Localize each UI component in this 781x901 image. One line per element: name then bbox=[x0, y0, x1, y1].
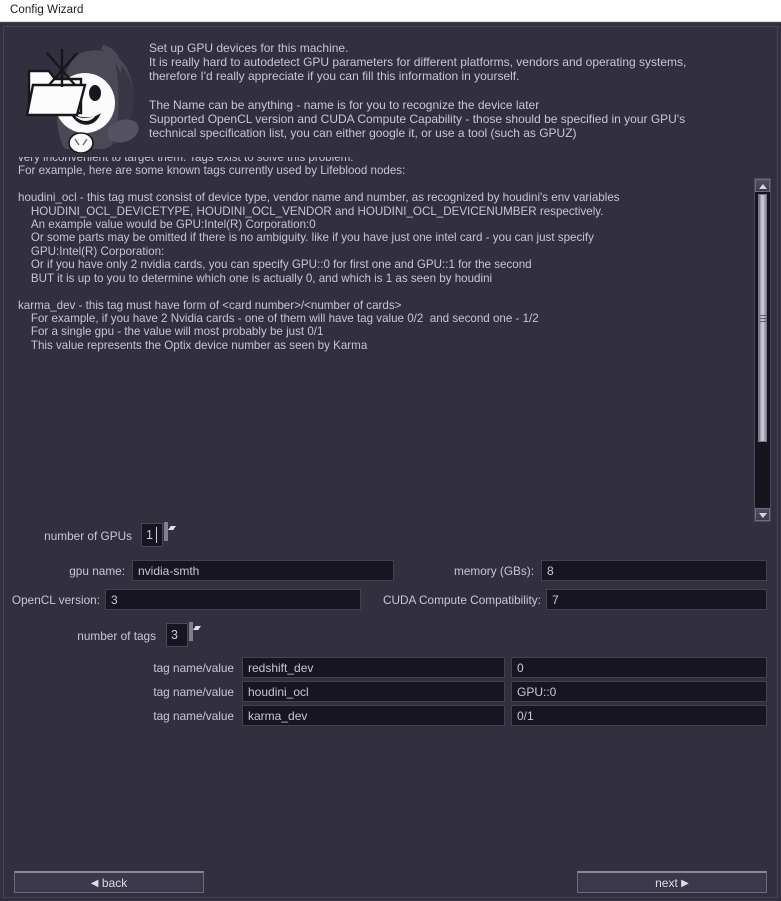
tag-value-input-0[interactable] bbox=[511, 657, 767, 678]
description-scrollbar[interactable] bbox=[754, 178, 771, 522]
config-wizard-window: Config Wizard Set up GPU devices for thi… bbox=[0, 0, 781, 901]
scroll-down-arrow-icon bbox=[759, 513, 767, 518]
tag-name-input-2[interactable] bbox=[242, 705, 505, 726]
tag-count-decrement-button[interactable] bbox=[191, 622, 201, 641]
tag-count-input[interactable]: 3 bbox=[166, 623, 188, 647]
tag-label-1: tag name/value bbox=[153, 685, 234, 699]
scrollbar-thumb[interactable] bbox=[758, 194, 768, 442]
description-text: You will be able to use these resources … bbox=[18, 157, 620, 352]
scroll-up-arrow-icon bbox=[759, 184, 767, 189]
tag-label-0: tag name/value bbox=[153, 661, 234, 675]
gpu-count-input[interactable]: 1 bbox=[141, 523, 163, 547]
wizard-header: Set up GPU devices for this machine. It … bbox=[4, 27, 777, 155]
cuda-compatibility-label: CUDA Compute Compatibility: bbox=[382, 593, 541, 607]
tag-value-input-2[interactable] bbox=[511, 705, 767, 726]
gpu-count-stepper-buttons[interactable] bbox=[164, 522, 179, 547]
scroll-up-button[interactable] bbox=[755, 179, 770, 192]
tag-count-label: number of tags bbox=[77, 629, 156, 643]
chevron-down-icon bbox=[170, 526, 176, 530]
next-button-label: next bbox=[655, 876, 678, 890]
description-scroll-area[interactable]: You will be able to use these resources … bbox=[14, 157, 767, 515]
scrollbar-track[interactable] bbox=[755, 192, 770, 510]
gpu-name-input[interactable] bbox=[132, 560, 394, 581]
memory-label: memory (GBs): bbox=[454, 564, 534, 578]
mascot-illustration-icon bbox=[19, 35, 147, 153]
tag-label-2: tag name/value bbox=[153, 709, 234, 723]
tag-name-input-0[interactable] bbox=[242, 657, 505, 678]
scroll-down-button[interactable] bbox=[755, 508, 770, 521]
cuda-compatibility-input[interactable] bbox=[546, 589, 767, 610]
memory-input[interactable] bbox=[541, 560, 767, 581]
window-title: Config Wizard bbox=[10, 4, 84, 16]
window-titlebar: Config Wizard bbox=[0, 0, 781, 22]
intro-text: Set up GPU devices for this machine. It … bbox=[149, 41, 687, 141]
wizard-page-frame: Set up GPU devices for this machine. It … bbox=[3, 26, 778, 898]
tag-value-input-1[interactable] bbox=[511, 681, 767, 702]
tag-count-stepper-buttons[interactable] bbox=[189, 622, 204, 647]
gpu-count-label: number of GPUs bbox=[44, 529, 132, 543]
wizard-button-bar: ◀ back next ▶ bbox=[4, 867, 777, 897]
scrollbar-grip-icon bbox=[759, 313, 768, 327]
gpu-name-label: gpu name: bbox=[69, 564, 125, 578]
gpu-count-decrement-button[interactable] bbox=[166, 522, 176, 541]
window-body: Set up GPU devices for this machine. It … bbox=[0, 22, 781, 901]
chevron-down-icon bbox=[195, 626, 201, 630]
next-button[interactable]: next ▶ bbox=[577, 871, 767, 893]
left-arrow-icon: ◀ bbox=[90, 878, 99, 889]
back-button[interactable]: ◀ back bbox=[14, 871, 204, 893]
opencl-version-input[interactable] bbox=[105, 589, 361, 610]
right-arrow-icon: ▶ bbox=[681, 878, 689, 889]
opencl-version-label: OpenCL version: bbox=[11, 593, 100, 607]
tag-name-input-1[interactable] bbox=[242, 681, 505, 702]
back-button-label: back bbox=[101, 876, 128, 890]
